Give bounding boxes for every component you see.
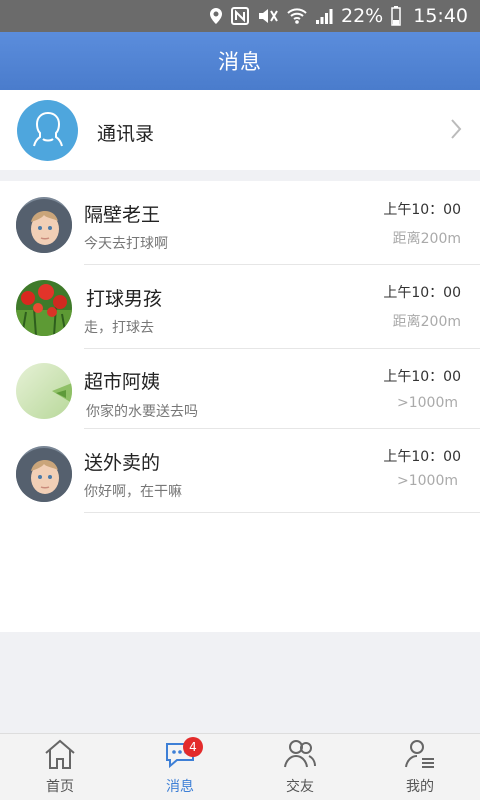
contact-name: 送外卖的 (84, 452, 161, 474)
list-item[interactable]: 隔壁老王 今天去打球啊 上午10：00 距离200m (0, 181, 480, 265)
page-title: 消息 (218, 50, 262, 74)
bottom-nav: 首页 4 消息 交友 我的 (0, 733, 480, 800)
clock: 15:40 (413, 5, 468, 27)
avatar (16, 363, 72, 419)
profile-icon (403, 738, 437, 774)
avatar (16, 197, 72, 253)
avatar (16, 280, 72, 336)
message-time: 上午10：00 (383, 449, 461, 465)
distance-label: >1000m (397, 473, 458, 489)
unread-badge: 4 (183, 737, 203, 757)
message-time: 上午10：00 (383, 202, 461, 218)
divider (84, 428, 480, 429)
nav-label: 消息 (166, 779, 194, 795)
message-list: 隔壁老王 今天去打球啊 上午10：00 距离200m 打球男孩 走，打球去 上午… (0, 181, 480, 632)
avatar (16, 446, 72, 502)
friends-icon (283, 738, 317, 774)
contacts-row[interactable]: 通讯录 (0, 90, 480, 170)
nav-messages[interactable]: 4 消息 (120, 734, 240, 800)
message-preview: 走，打球去 (84, 320, 154, 336)
location-icon (209, 7, 223, 25)
distance-label: >1000m (397, 395, 458, 411)
nav-label: 我的 (406, 779, 434, 795)
person-outline-icon (17, 100, 78, 161)
message-preview: 你家的水要送去吗 (86, 404, 198, 420)
contact-name: 打球男孩 (86, 288, 163, 310)
message-time: 上午10：00 (383, 369, 461, 385)
distance-label: 距离200m (392, 314, 461, 330)
message-preview: 你好啊，在干嘛 (84, 484, 182, 500)
message-time: 上午10：00 (383, 285, 461, 301)
mute-icon (257, 7, 279, 25)
status-bar: 22% 15:40 (0, 0, 480, 32)
wifi-icon (287, 7, 307, 25)
nfc-icon (231, 7, 249, 25)
home-icon (43, 738, 77, 774)
message-preview: 今天去打球啊 (84, 236, 168, 252)
contact-name: 隔壁老王 (84, 204, 161, 226)
nav-label: 首页 (46, 779, 74, 795)
list-item[interactable]: 打球男孩 走，打球去 上午10：00 距离200m (0, 265, 480, 349)
signal-icon (315, 7, 333, 25)
nav-label: 交友 (286, 779, 314, 795)
list-item[interactable]: 送外卖的 你好啊，在干嘛 上午10：00 >1000m (0, 430, 480, 514)
nav-home[interactable]: 首页 (0, 734, 120, 800)
contact-name: 超市阿姨 (84, 371, 161, 393)
nav-friends[interactable]: 交友 (240, 734, 360, 800)
contacts-label: 通讯录 (97, 123, 155, 145)
distance-label: 距离200m (392, 231, 461, 247)
battery-percent: 22% (341, 5, 384, 27)
header: 消息 (0, 32, 480, 90)
nav-profile[interactable]: 我的 (360, 734, 480, 800)
list-item[interactable]: 超市阿姨 你家的水要送去吗 上午10：00 >1000m (0, 349, 480, 433)
chevron-right-icon (450, 118, 462, 144)
battery-icon (391, 6, 401, 26)
divider (84, 512, 480, 513)
